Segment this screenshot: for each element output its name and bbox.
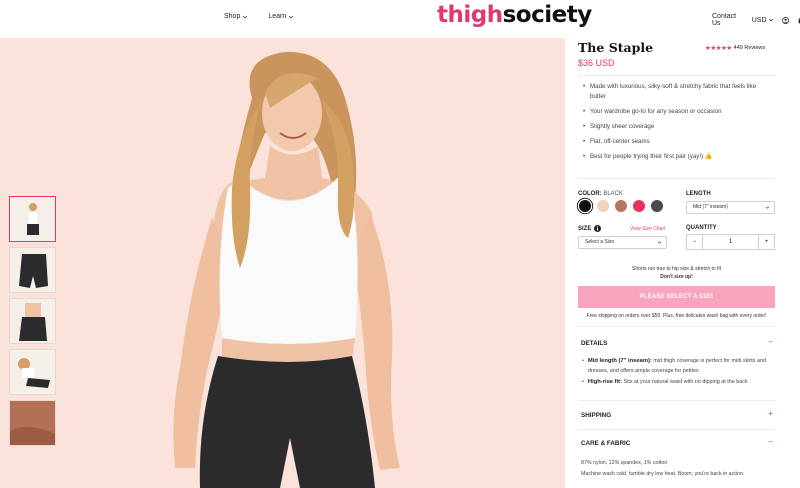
info-icon[interactable] bbox=[594, 225, 602, 232]
quantity-value[interactable]: 1 bbox=[702, 235, 759, 249]
feature-text: Best for people trying their first pair … bbox=[590, 153, 713, 160]
feature-text: Made with luxurious, silky-soft & stretc… bbox=[590, 83, 757, 100]
thumbnail-strip bbox=[9, 196, 56, 446]
care-accordion-title[interactable]: CARE & FABRIC bbox=[581, 440, 630, 447]
list-item: • Made with luxurious, silky-soft & stret… bbox=[583, 82, 773, 102]
product-price: $36 USD bbox=[578, 58, 615, 68]
divider bbox=[578, 178, 775, 179]
chevron-down-icon bbox=[768, 18, 773, 22]
product-panel: The Staple ★★★★★ 449 Reviews $36 USD • Ma… bbox=[578, 38, 775, 488]
review-count: 449 Reviews bbox=[733, 45, 766, 51]
fit-note: Shorts run true to hip size & stretch to… bbox=[578, 265, 775, 281]
care-line: 87% nylon, 12% spandex, 1% cotton bbox=[581, 460, 668, 466]
currency-selector[interactable]: USD bbox=[752, 17, 774, 24]
account-icon[interactable] bbox=[781, 16, 789, 25]
length-value: Mid (7" inseam) bbox=[693, 204, 728, 210]
divider bbox=[578, 75, 775, 76]
model-photo bbox=[173, 51, 400, 488]
length-label: LENGTH bbox=[686, 191, 711, 197]
utility-nav: Contact Us USD bbox=[712, 13, 800, 27]
divider bbox=[578, 400, 775, 401]
quantity-label: QUANTITY bbox=[686, 225, 717, 231]
product-title: The Staple bbox=[578, 40, 654, 55]
divider bbox=[578, 429, 775, 430]
list-item: • High-rise fit: Sits at your natural wai… bbox=[582, 379, 748, 385]
fit-note-bold: Don't size up! bbox=[660, 274, 693, 280]
star-rating-icon: ★★★★★ bbox=[705, 45, 732, 52]
contact-link[interactable]: Contact Us bbox=[712, 13, 740, 27]
nav-learn[interactable]: Learn bbox=[268, 13, 294, 20]
color-swatches bbox=[579, 200, 663, 212]
shipping-note: Free shipping on orders over $50. Plus, … bbox=[586, 313, 767, 319]
list-item: • Your wardrobe go-to for any season or o… bbox=[583, 108, 722, 115]
thumbnail-1[interactable] bbox=[9, 196, 56, 242]
list-item: • Mid length (7" inseam): mid thigh cover… bbox=[582, 358, 766, 374]
chevron-down-icon bbox=[243, 15, 248, 18]
size-label-row: SIZE bbox=[578, 225, 602, 232]
logo-part1: thigh bbox=[437, 2, 503, 28]
primary-nav: Shop Learn bbox=[224, 13, 294, 20]
care-line: Machine wash cold, tumble dry low heat. … bbox=[581, 471, 745, 477]
increment-button[interactable]: + bbox=[759, 235, 774, 249]
feature-list: • Made with luxurious, silky-soft & stret… bbox=[583, 82, 773, 167]
swatch-nude[interactable] bbox=[597, 200, 609, 212]
length-select[interactable]: Mid (7" inseam) bbox=[686, 201, 775, 214]
chevron-down-icon bbox=[657, 241, 662, 244]
feature-text: Your wardrobe go-to for any season or oc… bbox=[590, 108, 722, 115]
decrement-button[interactable]: − bbox=[687, 235, 702, 249]
site-header: Shop Learn thighsociety Contact Us USD bbox=[0, 0, 800, 38]
rating-summary[interactable]: ★★★★★ 449 Reviews bbox=[705, 44, 765, 52]
chevron-down-icon bbox=[765, 206, 770, 209]
logo-part2: society bbox=[502, 2, 593, 28]
quantity-stepper: − 1 + bbox=[686, 234, 775, 250]
expand-icon[interactable]: + bbox=[768, 409, 773, 418]
list-item: • Flat, off-center seams bbox=[583, 138, 650, 145]
nav-shop-label: Shop bbox=[224, 13, 241, 20]
detail-text: Sits at your natural waist with no dippi… bbox=[622, 379, 748, 385]
site-logo[interactable]: thighsociety bbox=[437, 2, 592, 28]
divider bbox=[578, 326, 775, 327]
feature-text: Slightly sheer coverage bbox=[590, 123, 655, 130]
size-chart-link[interactable]: View Size Chart bbox=[630, 226, 665, 232]
thumbnail-3[interactable] bbox=[9, 298, 56, 344]
size-placeholder: Select a Size bbox=[585, 239, 615, 245]
thumbnail-2[interactable] bbox=[9, 247, 56, 293]
product-hero-image[interactable] bbox=[0, 38, 565, 488]
list-item: • Slightly sheer coverage bbox=[583, 123, 655, 130]
size-select[interactable]: Select a Size bbox=[578, 236, 667, 249]
swatch-pink[interactable] bbox=[633, 200, 645, 212]
feature-text: Flat, off-center seams bbox=[590, 138, 650, 145]
fit-note-text: Shorts run true to hip size & stretch to… bbox=[632, 266, 721, 272]
care-content: 87% nylon, 12% spandex, 1% cotton Machin… bbox=[581, 458, 773, 480]
thumbnail-4[interactable] bbox=[9, 349, 56, 395]
add-to-cart-button[interactable]: PLEASE SELECT A SIZE bbox=[578, 286, 775, 308]
nav-shop[interactable]: Shop bbox=[224, 13, 248, 20]
size-label: SIZE bbox=[578, 225, 592, 232]
thumbnail-5[interactable] bbox=[9, 400, 56, 446]
currency-label: USD bbox=[751, 16, 767, 24]
details-content: • Mid length (7" inseam): mid thigh cover… bbox=[582, 357, 772, 388]
detail-bold: High-rise fit: bbox=[587, 379, 623, 385]
details-accordion-title[interactable]: DETAILS bbox=[581, 340, 607, 347]
list-item: • Best for people trying their first pair… bbox=[583, 153, 713, 160]
swatch-charcoal[interactable] bbox=[651, 200, 663, 212]
swatch-black[interactable] bbox=[579, 200, 591, 212]
color-label: COLOR: BLACK bbox=[578, 191, 624, 197]
collapse-icon[interactable]: – bbox=[769, 337, 773, 346]
shipping-accordion-title[interactable]: SHIPPING bbox=[581, 412, 611, 419]
detail-bold: Mid length (7" inseam): bbox=[587, 358, 652, 364]
chevron-down-icon bbox=[289, 15, 294, 18]
nav-learn-label: Learn bbox=[268, 13, 287, 20]
swatch-brown[interactable] bbox=[615, 200, 627, 212]
collapse-icon[interactable]: – bbox=[769, 437, 773, 446]
